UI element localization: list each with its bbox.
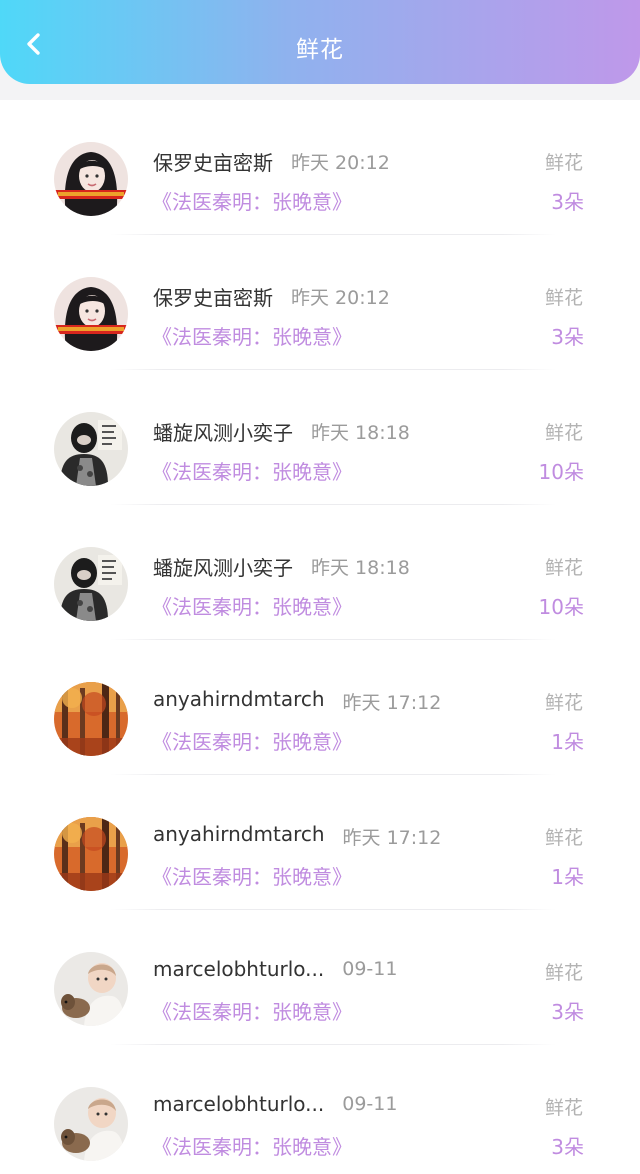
gift-type-label: 鲜花: [544, 422, 583, 444]
gift-count: 3朵: [551, 1135, 584, 1159]
timestamp: 09-11: [342, 1093, 398, 1115]
list-item[interactable]: anyahirndmtarch 昨天 17:12 《法医秦明：张晚意》 鲜花 1…: [0, 775, 640, 910]
book-title-link[interactable]: 《法医秦明：张晚意》: [152, 996, 352, 1025]
username: 保罗史亩密斯: [153, 286, 273, 310]
book-title-link[interactable]: 《法医秦明：张晚意》: [152, 321, 352, 350]
avatar[interactable]: [54, 1087, 128, 1161]
list-item[interactable]: 保罗史亩密斯 昨天 20:12 《法医秦明：张晚意》 鲜花 3朵: [0, 235, 640, 370]
username: anyahirndmtarch: [153, 687, 325, 711]
timestamp: 昨天 20:12: [290, 287, 390, 309]
username: 保罗史亩密斯: [153, 151, 273, 175]
list-item[interactable]: anyahirndmtarch 昨天 17:12 《法医秦明：张晚意》 鲜花 1…: [0, 640, 640, 775]
timestamp: 09-11: [342, 958, 398, 980]
book-title-link[interactable]: 《法医秦明：张晚意》: [152, 456, 352, 485]
gift-type-label: 鲜花: [544, 962, 583, 984]
gift-type-label: 鲜花: [544, 287, 583, 309]
list-item[interactable]: 蟠旋风测小奕子 昨天 18:18 《法医秦明：张晚意》 鲜花 10朵: [0, 370, 640, 505]
username: marcelobhturlo...: [153, 1092, 325, 1116]
gift-count: 3朵: [551, 1000, 584, 1024]
timestamp: 昨天 18:18: [310, 557, 410, 579]
gift-count: 10朵: [538, 460, 584, 484]
flower-gift-list[interactable]: 保罗史亩密斯 昨天 20:12 《法医秦明：张晚意》 鲜花 3朵 保罗史亩密斯 …: [0, 100, 640, 1174]
avatar[interactable]: [54, 682, 128, 756]
book-title-link[interactable]: 《法医秦明：张晚意》: [152, 1131, 352, 1160]
gift-type-label: 鲜花: [544, 1097, 583, 1119]
timestamp: 昨天 17:12: [342, 827, 442, 849]
username: anyahirndmtarch: [153, 822, 325, 846]
header-bar: 鲜花: [0, 0, 640, 84]
gift-count: 3朵: [551, 190, 584, 214]
gift-count: 1朵: [551, 865, 584, 889]
book-title-link[interactable]: 《法医秦明：张晚意》: [152, 186, 352, 215]
gift-count: 3朵: [551, 325, 584, 349]
book-title-link[interactable]: 《法医秦明：张晚意》: [152, 861, 352, 890]
avatar[interactable]: [54, 277, 128, 351]
list-item[interactable]: 保罗史亩密斯 昨天 20:12 《法医秦明：张晚意》 鲜花 3朵: [0, 100, 640, 235]
gift-count: 1朵: [551, 730, 584, 754]
timestamp: 昨天 17:12: [342, 692, 442, 714]
username: 蟠旋风测小奕子: [153, 421, 293, 445]
username: marcelobhturlo...: [153, 957, 325, 981]
avatar[interactable]: [54, 547, 128, 621]
gift-count: 10朵: [538, 595, 584, 619]
avatar[interactable]: [54, 412, 128, 486]
gift-type-label: 鲜花: [544, 152, 583, 174]
list-item[interactable]: 蟠旋风测小奕子 昨天 18:18 《法医秦明：张晚意》 鲜花 10朵: [0, 505, 640, 640]
avatar[interactable]: [54, 952, 128, 1026]
gift-type-label: 鲜花: [544, 692, 583, 714]
book-title-link[interactable]: 《法医秦明：张晚意》: [152, 591, 352, 620]
username: 蟠旋风测小奕子: [153, 556, 293, 580]
book-title-link[interactable]: 《法医秦明：张晚意》: [152, 726, 352, 755]
gift-type-label: 鲜花: [544, 557, 583, 579]
page-title: 鲜花: [296, 37, 344, 63]
timestamp: 昨天 18:18: [310, 422, 410, 444]
avatar[interactable]: [54, 817, 128, 891]
gift-type-label: 鲜花: [544, 827, 583, 849]
timestamp: 昨天 20:12: [290, 152, 390, 174]
avatar[interactable]: [54, 142, 128, 216]
list-item[interactable]: marcelobhturlo... 09-11 《法医秦明：张晚意》 鲜花 3朵: [0, 910, 640, 1045]
list-item[interactable]: marcelobhturlo... 09-11 《法医秦明：张晚意》 鲜花 3朵: [0, 1045, 640, 1174]
